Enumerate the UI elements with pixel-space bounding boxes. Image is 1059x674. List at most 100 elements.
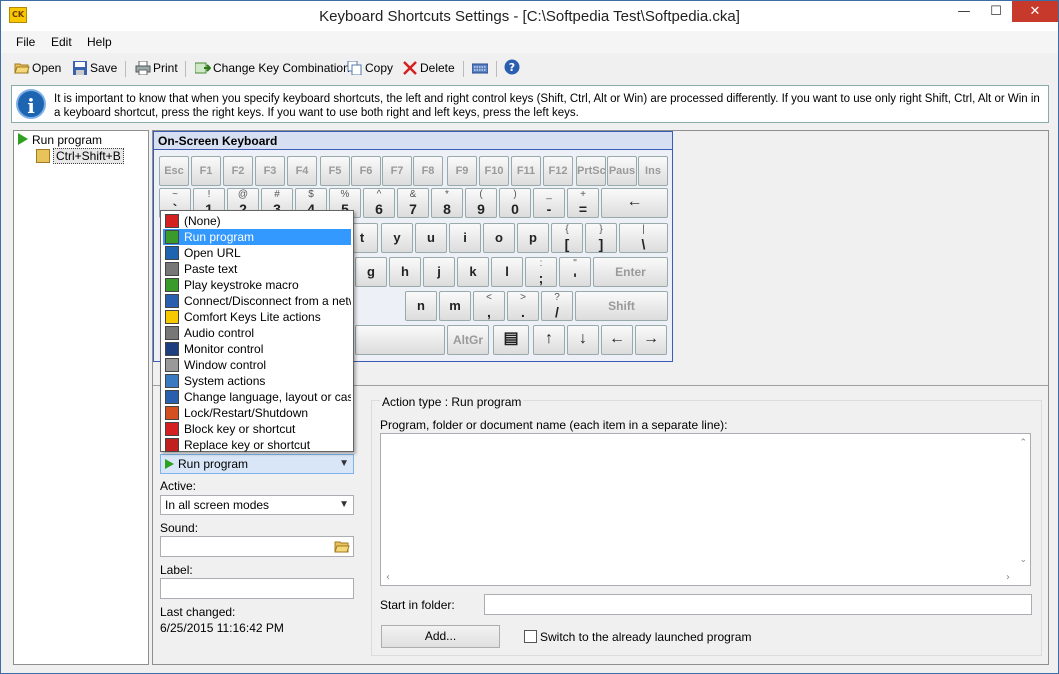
key-o[interactable]: o bbox=[483, 223, 515, 253]
key-altgr[interactable]: AltGr bbox=[447, 325, 489, 355]
key-num-8[interactable]: * 8 bbox=[431, 188, 463, 218]
delete-button[interactable]: Delete bbox=[402, 59, 455, 77]
maximize-button[interactable]: ☐ bbox=[982, 1, 1010, 22]
key-num-10[interactable]: ) 0 bbox=[499, 188, 531, 218]
change-key-button[interactable]: Change Key Combination bbox=[195, 59, 350, 77]
key-slash[interactable]: ? / bbox=[541, 291, 573, 321]
close-button[interactable]: ✕ bbox=[1012, 1, 1058, 22]
start-folder-field[interactable] bbox=[484, 594, 1032, 615]
key-shift-label: < bbox=[486, 292, 492, 303]
add-button[interactable]: Add... bbox=[381, 625, 500, 648]
key-num-6[interactable]: ^ 6 bbox=[363, 188, 395, 218]
key-k[interactable]: k bbox=[457, 257, 489, 287]
dropdown-item[interactable]: Open URL bbox=[163, 245, 351, 261]
key-ins[interactable]: Ins bbox=[638, 156, 668, 186]
scroll-down-icon[interactable]: ⌄ bbox=[1019, 555, 1027, 565]
copy-button[interactable]: Copy bbox=[347, 59, 393, 77]
program-textarea[interactable]: ⌃ ⌄ ‹ › bbox=[380, 433, 1031, 586]
key-prtsc[interactable]: PrtSc bbox=[576, 156, 606, 186]
key-semicolon[interactable]: :; bbox=[525, 257, 557, 287]
key-period[interactable]: >. bbox=[507, 291, 539, 321]
active-combo[interactable]: In all screen modes ▼ bbox=[160, 495, 354, 515]
save-button[interactable]: Save bbox=[72, 59, 117, 77]
dropdown-item[interactable]: Comfort Keys Lite actions bbox=[163, 309, 351, 325]
dropdown-item[interactable]: Change language, layout or case bbox=[163, 389, 351, 405]
dropdown-item[interactable]: Lock/Restart/Shutdown bbox=[163, 405, 351, 421]
key-enter[interactable]: Enter bbox=[593, 257, 668, 287]
key-menu[interactable]: ▤ bbox=[493, 325, 529, 355]
key-backslash[interactable]: | \ bbox=[619, 223, 668, 253]
key-comma[interactable]: <, bbox=[473, 291, 505, 321]
key-num-7[interactable]: & 7 bbox=[397, 188, 429, 218]
key-f1[interactable]: F1 bbox=[191, 156, 221, 186]
dropdown-item[interactable]: Replace key or shortcut bbox=[163, 437, 351, 453]
sound-field[interactable] bbox=[160, 536, 354, 557]
key-y[interactable]: y bbox=[381, 223, 413, 253]
scroll-left-icon[interactable]: ‹ bbox=[386, 572, 390, 583]
menu-file[interactable]: File bbox=[16, 35, 35, 49]
action-type-icon bbox=[165, 246, 179, 260]
keyboard-button[interactable] bbox=[472, 59, 490, 77]
scroll-up-icon[interactable]: ⌃ bbox=[1019, 438, 1027, 448]
dropdown-item[interactable]: Connect/Disconnect from a network bbox=[163, 293, 351, 309]
dropdown-item[interactable]: Run program bbox=[163, 229, 351, 245]
switch-checkbox[interactable] bbox=[524, 630, 537, 643]
key-i[interactable]: i bbox=[449, 223, 481, 253]
key-num-12[interactable]: + = bbox=[567, 188, 599, 218]
key-j[interactable]: j bbox=[423, 257, 455, 287]
key-arrow-3[interactable]: → bbox=[635, 325, 667, 355]
key-g[interactable]: g bbox=[355, 257, 387, 287]
dropdown-item[interactable]: Play keystroke macro bbox=[163, 277, 351, 293]
key-arrow-1[interactable]: ↓ bbox=[567, 325, 599, 355]
key-f7[interactable]: F7 bbox=[382, 156, 412, 186]
key-quote[interactable]: " ' bbox=[559, 257, 591, 287]
dropdown-item[interactable]: Monitor control bbox=[163, 341, 351, 357]
browse-folder-icon[interactable] bbox=[334, 539, 350, 554]
help-button[interactable]: ? bbox=[504, 59, 522, 77]
key-paus[interactable]: Paus bbox=[607, 156, 637, 186]
key-arrow-2[interactable]: ← bbox=[601, 325, 633, 355]
dropdown-item[interactable]: Audio control bbox=[163, 325, 351, 341]
action-combo[interactable]: Run program ▼ bbox=[160, 454, 354, 474]
print-button[interactable]: Print bbox=[135, 59, 178, 77]
menu-edit[interactable]: Edit bbox=[51, 35, 72, 49]
key-f11[interactable]: F11 bbox=[511, 156, 541, 186]
dropdown-item[interactable]: Paste text bbox=[163, 261, 351, 277]
dropdown-item[interactable]: Block key or shortcut bbox=[163, 421, 351, 437]
key-f9[interactable]: F9 bbox=[447, 156, 477, 186]
menu-help[interactable]: Help bbox=[87, 35, 112, 49]
dropdown-item[interactable]: System actions bbox=[163, 373, 351, 389]
key-shift-right[interactable]: Shift bbox=[575, 291, 668, 321]
key-esc[interactable]: Esc bbox=[159, 156, 189, 186]
key-num-11[interactable]: _ - bbox=[533, 188, 565, 218]
scroll-right-icon[interactable]: › bbox=[1006, 572, 1010, 583]
dropdown-item[interactable]: Window control bbox=[163, 357, 351, 373]
tree-item-run-program[interactable]: Run program bbox=[18, 133, 102, 147]
tree-item-shortcut[interactable]: Ctrl+Shift+B bbox=[36, 148, 124, 164]
key-num-9[interactable]: (9 bbox=[465, 188, 497, 218]
key-f3[interactable]: F3 bbox=[255, 156, 285, 186]
key-f8[interactable]: F8 bbox=[413, 156, 443, 186]
key-f12[interactable]: F12 bbox=[543, 156, 573, 186]
label-field[interactable] bbox=[160, 578, 354, 599]
key-f4[interactable]: F4 bbox=[287, 156, 317, 186]
key-arrow-0[interactable]: ↑ bbox=[533, 325, 565, 355]
key-bracket-close[interactable]: }] bbox=[585, 223, 617, 253]
key-f5[interactable]: F5 bbox=[320, 156, 350, 186]
key-u[interactable]: u bbox=[415, 223, 447, 253]
key-backspace[interactable]: ← bbox=[601, 188, 668, 218]
toolbar-separator bbox=[496, 61, 497, 77]
open-button[interactable]: Open bbox=[14, 59, 61, 77]
key-h[interactable]: h bbox=[389, 257, 421, 287]
key-p[interactable]: p bbox=[517, 223, 549, 253]
key-l[interactable]: l bbox=[491, 257, 523, 287]
key-f2[interactable]: F2 bbox=[223, 156, 253, 186]
key-bracket-open[interactable]: {[ bbox=[551, 223, 583, 253]
key-f6[interactable]: F6 bbox=[351, 156, 381, 186]
key-f10[interactable]: F10 bbox=[479, 156, 509, 186]
key-space[interactable] bbox=[355, 325, 445, 355]
minimize-button[interactable]: — bbox=[950, 1, 978, 22]
key-n[interactable]: n bbox=[405, 291, 437, 321]
dropdown-item[interactable]: (None) bbox=[163, 213, 351, 229]
key-m[interactable]: m bbox=[439, 291, 471, 321]
